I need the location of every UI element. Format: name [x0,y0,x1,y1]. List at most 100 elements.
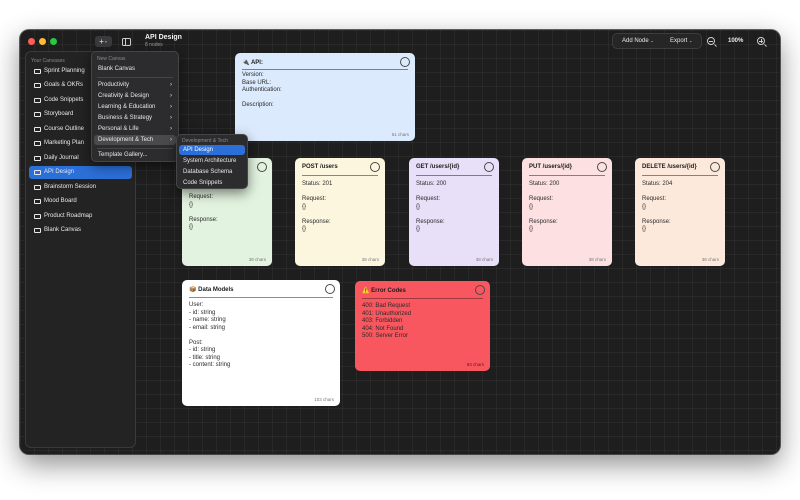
new-canvas-menu: New Canvas Blank Canvas Productivity › Cr… [91,51,179,162]
node-put-user-by-id[interactable]: PUT /users/{id} Status: 200 Request: {} … [522,158,612,266]
package-icon: 📦 [189,287,197,293]
node-title: GET /users/{id} [416,164,460,170]
menu-item-learning-education[interactable]: Learning & Education › [94,102,176,112]
node-title: DELETE /users/{id} [642,164,697,170]
chevron-down-icon: ⌄ [103,38,108,45]
node-delete-user-by-id[interactable]: DELETE /users/{id} Status: 204 Request: … [635,158,725,266]
char-count: 38 chars [475,257,493,262]
zoom-out-icon[interactable] [707,37,715,45]
node-post-users[interactable]: POST /users Status: 201 Request: {} Resp… [295,158,385,266]
divider [642,175,718,176]
submenu-item-code-snippets[interactable]: Code Snippets [179,178,245,188]
sidebar-item-brainstorm-session[interactable]: Brainstorm Session [29,181,132,194]
add-node-button[interactable]: Add Node ⌄ [622,38,654,44]
canvas-icon [34,69,41,74]
node-content[interactable]: Status: 201 Request: {} Response: {} [302,181,332,234]
divider [416,175,492,176]
canvas-icon [34,83,41,88]
menu-item-blank-canvas[interactable]: Blank Canvas [94,64,176,74]
menu-item-personal-life[interactable]: Personal & Life › [94,124,176,134]
node-checkbox[interactable] [597,162,607,172]
close-window-button[interactable] [28,38,35,45]
node-content[interactable]: 400: Bad Request 401: Unauthorized 403: … [362,303,411,341]
menu-separator [97,77,173,78]
node-content[interactable]: Status: 200 Request: {} Response: {} [529,181,559,234]
char-count: 38 chars [701,257,719,262]
menu-item-productivity[interactable]: Productivity › [94,80,176,90]
zoom-in-icon[interactable] [757,37,765,45]
divider [529,175,605,176]
menu-header: New Canvas [97,56,126,62]
canvas-icon [34,228,41,233]
sidebar-item-api-design[interactable]: API Design [29,166,132,179]
divider [189,297,333,298]
menu-item-template-gallery[interactable]: Template Gallery... [94,150,176,160]
chevron-right-icon: › [170,115,172,121]
node-checkbox[interactable] [400,57,410,67]
node-error-codes[interactable]: ⚠️ Error Codes 400: Bad Request 401: Una… [355,281,490,371]
menu-item-creativity-design[interactable]: Creativity & Design › [94,91,176,101]
char-count: 38 chars [361,257,379,262]
node-checkbox[interactable] [484,162,494,172]
zoom-window-button[interactable] [50,38,57,45]
char-count: 103 chars [314,397,334,402]
node-content[interactable]: Status: 204 Request: {} Response: {} [642,181,672,234]
node-title: ⚠️ Error Codes [362,288,406,294]
chevron-right-icon: › [170,104,172,110]
chevron-down-icon: ⌄ [650,38,654,43]
development-tech-submenu: Development & Tech API Design System Arc… [176,134,248,189]
node-checkbox[interactable] [710,162,720,172]
node-checkbox[interactable] [475,285,485,295]
chevron-right-icon: › [170,93,172,99]
node-api[interactable]: 🔌 API: Version: Base URL: Authentication… [235,53,415,141]
node-title: POST /users [302,164,338,170]
menu-item-business-strategy[interactable]: Business & Strategy › [94,113,176,123]
submenu-item-database-schema[interactable]: Database Schema [179,167,245,177]
node-get-user-by-id[interactable]: GET /users/{id} Status: 200 Request: {} … [409,158,499,266]
submenu-header: Development & Tech [182,138,229,144]
minimize-window-button[interactable] [39,38,46,45]
node-checkbox[interactable] [257,162,267,172]
canvas-icon [34,170,41,175]
chevron-right-icon: › [170,82,172,88]
char-count: 83 chars [466,362,484,367]
node-content[interactable]: Request: {} Response: {} [189,194,218,232]
canvas-icon [34,112,41,117]
canvas-icon [34,98,41,103]
node-title: 📦 Data Models [189,287,234,293]
node-count: 8 nodes [145,42,163,48]
node-checkbox[interactable] [325,284,335,294]
document-title: API Design [145,34,182,41]
chevron-down-icon: ⌄ [689,38,693,43]
plug-icon: 🔌 [242,60,250,66]
zoom-level: 100% [728,38,744,44]
new-canvas-button[interactable]: +⌄ [95,36,112,47]
char-count: 38 chars [588,257,606,262]
submenu-item-api-design[interactable]: API Design [179,145,245,155]
char-count: 38 chars [248,257,266,262]
node-data-models[interactable]: 📦 Data Models User: - id: string - name:… [182,280,340,406]
menu-item-development-tech[interactable]: Development & Tech › [94,135,176,145]
sidebar-toggle-icon[interactable] [122,38,131,46]
chevron-right-icon: › [170,137,172,143]
menu-separator [97,148,173,149]
sidebar-item-product-roadmap[interactable]: Product Roadmap [29,210,132,223]
sidebar-section-label: Your Canvases [31,58,65,64]
node-content[interactable]: Version: Base URL: Authentication: Descr… [242,72,282,110]
node-content[interactable]: User: - id: string - name: string - emai… [189,302,230,370]
canvas-icon [34,214,41,219]
node-title: 🔌 API: [242,60,263,66]
warning-icon: ⚠️ [362,288,370,294]
sidebar-item-blank-canvas[interactable]: Blank Canvas [29,224,132,237]
node-checkbox[interactable] [370,162,380,172]
canvas-icon [34,199,41,204]
canvas-icon [34,156,41,161]
divider [362,298,483,299]
chevron-right-icon: › [170,126,172,132]
export-button[interactable]: Export ⌄ [670,38,692,44]
sidebar-item-mood-board[interactable]: Mood Board [29,195,132,208]
submenu-item-system-architecture[interactable]: System Architecture [179,156,245,166]
node-content[interactable]: Status: 200 Request: {} Response: {} [416,181,446,234]
char-count: 51 chars [391,132,409,137]
node-title: PUT /users/{id} [529,164,573,170]
